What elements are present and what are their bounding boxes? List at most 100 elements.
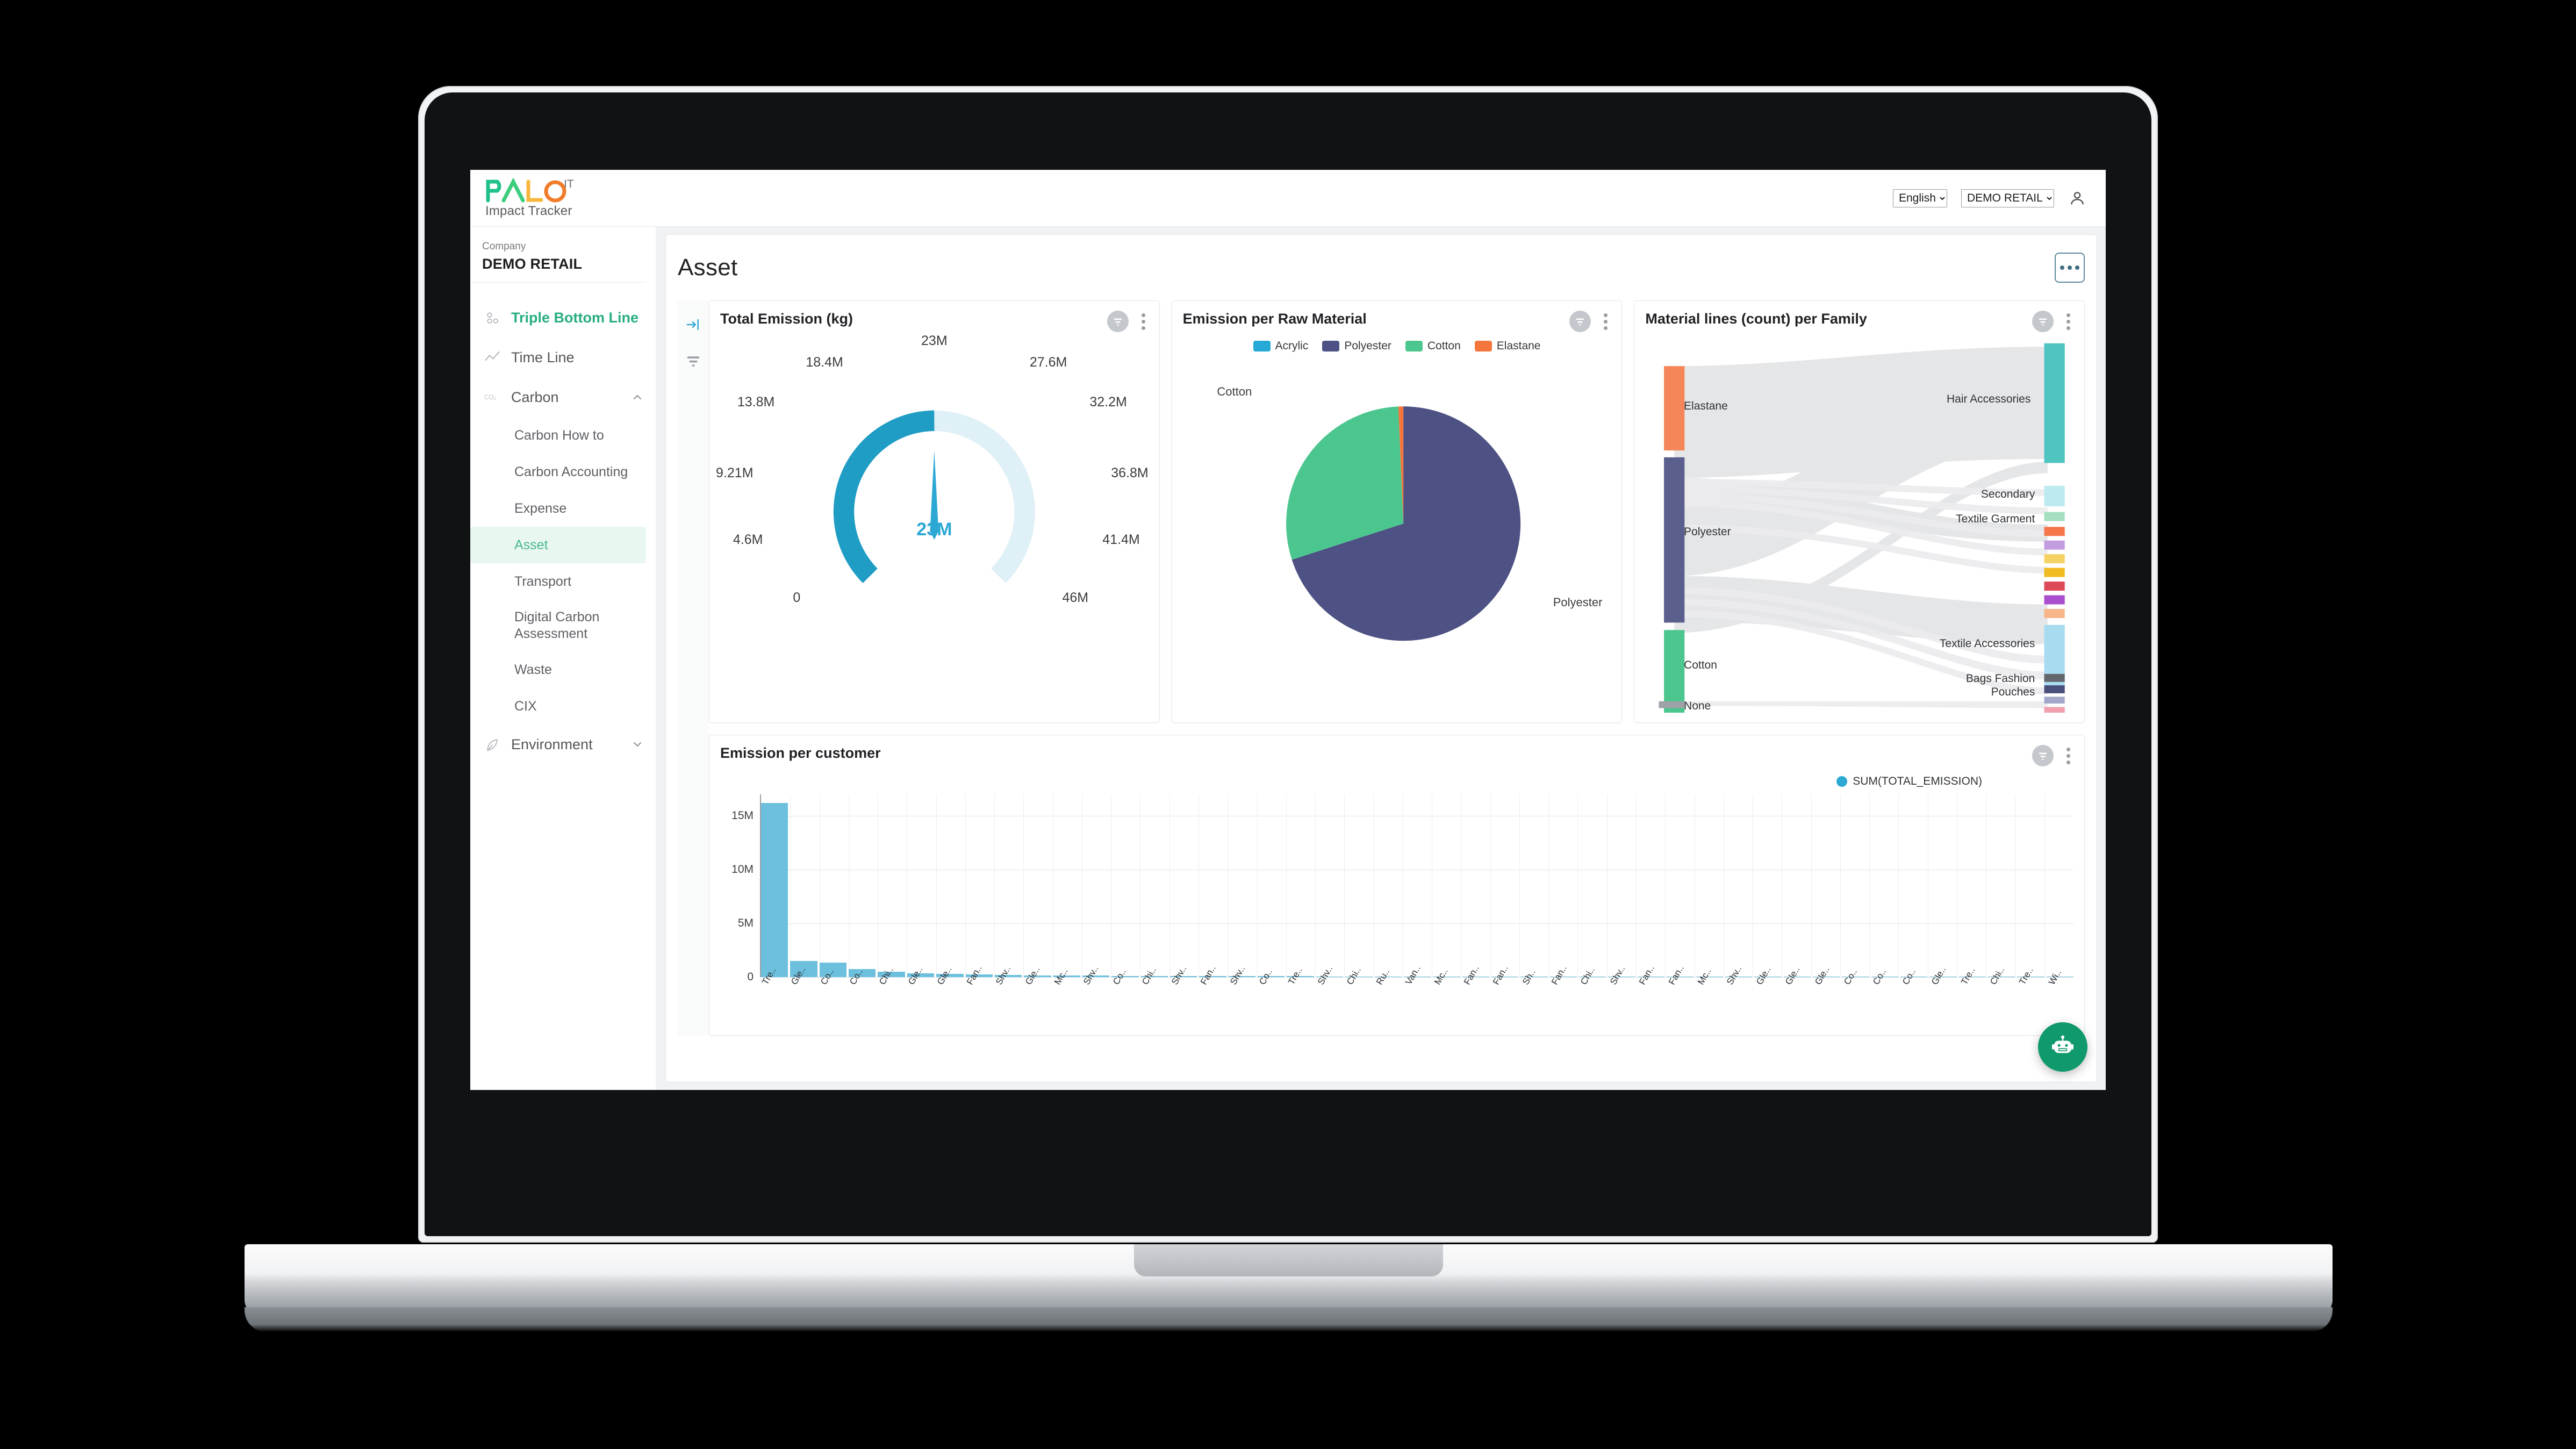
legend-swatch <box>1322 341 1340 352</box>
pie-chart: Cotton Polyester <box>1183 353 1611 707</box>
filter-icon[interactable] <box>2032 745 2054 766</box>
legend-swatch <box>1253 341 1271 352</box>
laptop-notch <box>1134 1244 1443 1276</box>
page-more-button[interactable] <box>2055 253 2085 283</box>
chevron-up-icon[interactable] <box>631 391 644 404</box>
pie-svg <box>1286 406 1520 641</box>
sankey-label-cotton: Cotton <box>1684 659 1717 671</box>
more-dot <box>2075 266 2079 270</box>
dashboard-row-1: Total Emission (kg) 23M 18.4M 27.6M 13.8… <box>709 300 2085 723</box>
y-tick-label: 10M <box>731 863 754 876</box>
sidebar-item-waste[interactable]: Waste <box>470 651 646 688</box>
card-header: Total Emission (kg) <box>720 311 1149 332</box>
legend-item[interactable]: Elastane <box>1474 340 1541 353</box>
gauge-tick-label: 18.4M <box>806 355 843 370</box>
language-select[interactable]: English <box>1893 189 1947 207</box>
sidebar-item-digital-carbon-assessment[interactable]: Digital Carbon Assessment <box>470 600 646 651</box>
sidebar-item-asset[interactable]: Asset <box>470 527 646 563</box>
legend-label: SUM(TOTAL_EMISSION) <box>1853 775 1982 787</box>
sidebar-item-carbon[interactable]: CO₂ Carbon <box>470 377 656 417</box>
legend-item[interactable]: Acrylic <box>1253 340 1309 353</box>
tenant-select[interactable]: DEMO RETAIL <box>1961 189 2054 207</box>
sidebar-item-triple-bottom-line[interactable]: Triple Bottom Line <box>470 298 656 338</box>
kebab-menu-icon[interactable] <box>1138 311 1149 332</box>
sidebar-item-carbon-how-to[interactable]: Carbon How to <box>470 417 646 454</box>
sankey-label-textile-accessories: Textile Accessories <box>1939 637 2035 650</box>
card-title: Material lines (count) per Family <box>1645 311 1867 327</box>
filter-icon[interactable] <box>685 353 701 369</box>
filter-icon[interactable] <box>2032 311 2054 332</box>
company-label: Company <box>482 241 526 252</box>
gauge-tick-label: 41.4M <box>1102 532 1140 547</box>
y-axis: 0 5M 10M 15M <box>720 794 758 983</box>
sidebar-item-expense[interactable]: Expense <box>470 490 646 527</box>
sidebar-item-carbon-accounting[interactable]: Carbon Accounting <box>470 454 646 490</box>
sidebar-item-label: Time Line <box>511 349 575 365</box>
kebab-menu-icon[interactable] <box>2063 745 2073 766</box>
card-actions <box>2032 745 2073 766</box>
card-material-lines-per-family: Material lines (count) per Family Elasta… <box>1634 300 2085 723</box>
carbon-subnav: Carbon How to Carbon Accounting Expense … <box>470 417 656 724</box>
app-body: Company DEMO RETAIL Triple Bottom Line T… <box>470 227 2106 1090</box>
sankey-node-bags-fashion <box>2044 673 2065 682</box>
filter-icon[interactable] <box>1569 311 1591 332</box>
sankey-label-textile-garment: Textile Garment <box>1956 513 2035 525</box>
card-actions <box>1107 311 1149 332</box>
sidebar-item-environment[interactable]: Environment <box>470 724 656 764</box>
sidebar-item-transport[interactable]: Transport <box>470 563 646 600</box>
pie-slice-annotation: Polyester <box>1553 596 1603 609</box>
legend-item[interactable]: Cotton <box>1405 340 1461 353</box>
sidebar-item-label: Carbon <box>511 389 559 405</box>
browser-viewport: IT Impact Tracker English DEMO RETAIL Co… <box>470 170 2106 1090</box>
robot-chat-icon <box>2052 1035 2073 1053</box>
gauge-tick-label: 0 <box>793 590 801 605</box>
page-title: Asset <box>678 254 738 281</box>
gauge-tick-label: 4.6M <box>733 532 763 547</box>
plot-area <box>760 794 2074 978</box>
y-tick-label: 5M <box>737 917 754 930</box>
filter-icon[interactable] <box>1107 311 1129 332</box>
line-chart-icon <box>484 349 500 365</box>
card-header: Emission per Raw Material <box>1183 311 1611 332</box>
sankey-chart: Elastane Polyester Cotton None Hair Acce… <box>1645 336 2073 715</box>
gauge-tick-label: 23M <box>921 333 948 348</box>
sankey-node-hair-accessories <box>2044 343 2065 463</box>
paloit-logo: IT <box>485 177 578 203</box>
legend-swatch <box>1836 776 1848 787</box>
sankey-label-elastane: Elastane <box>1684 400 1728 412</box>
bar-chart-legend[interactable]: SUM(TOTAL_EMISSION) <box>1836 775 1982 788</box>
legend-label: Polyester <box>1344 340 1391 352</box>
environment-icon <box>484 736 500 752</box>
sidebar-item-label: Triple Bottom Line <box>511 309 639 326</box>
page-header: Asset <box>678 235 2085 300</box>
sankey-node-secondary <box>2044 485 2065 507</box>
bar[interactable] <box>761 803 788 977</box>
company-value: DEMO RETAIL <box>482 256 583 272</box>
main-content: Asset Total Emission (kg) 23M 18.4M 27.6… <box>656 227 2106 1090</box>
kebab-menu-icon[interactable] <box>2063 311 2073 332</box>
gauge-tick-label: 13.8M <box>737 394 775 410</box>
bar-chart: 0 5M 10M 15M Tre.. Gle.. Co.. Co.. Chi..… <box>720 794 2074 1020</box>
sankey-label-polyester: Polyester <box>1684 526 1731 538</box>
company-block: Company DEMO RETAIL <box>470 236 646 283</box>
kebab-menu-icon[interactable] <box>1601 311 1611 332</box>
x-axis-labels: Tre.. Gle.. Co.. Co.. Chi.. Gle.. Gle.. Fan.. Sh… <box>760 963 2073 992</box>
gauge-chart: 23M 18.4M 27.6M 13.8M 32.2M 9.21M 36.8M … <box>716 332 1149 708</box>
dashboard-rail <box>678 300 709 1036</box>
card-title: Total Emission (kg) <box>720 311 853 327</box>
sidebar-nav: Triple Bottom Line Time Line CO₂ Carbon … <box>470 283 656 764</box>
user-account-icon[interactable] <box>2068 189 2086 207</box>
legend-item[interactable]: Polyester <box>1322 340 1391 353</box>
chatbot-button[interactable] <box>2038 1022 2087 1072</box>
sidebar-item-time-line[interactable]: Time Line <box>470 338 656 377</box>
chevron-down-icon[interactable] <box>631 738 644 751</box>
legend-label: Acrylic <box>1275 340 1309 352</box>
sankey-label-secondary: Secondary <box>1981 488 2035 500</box>
card-actions <box>1569 311 1611 332</box>
expand-panel-icon[interactable] <box>685 317 701 333</box>
card-total-emission: Total Emission (kg) 23M 18.4M 27.6M 13.8… <box>709 300 1160 723</box>
sankey-label-hair-accessories: Hair Accessories <box>1946 393 2031 405</box>
legend-label: Elastane <box>1496 340 1541 352</box>
sidebar-item-cix[interactable]: CIX <box>470 688 646 724</box>
screenshot-stage: IT Impact Tracker English DEMO RETAIL Co… <box>0 0 2576 1449</box>
